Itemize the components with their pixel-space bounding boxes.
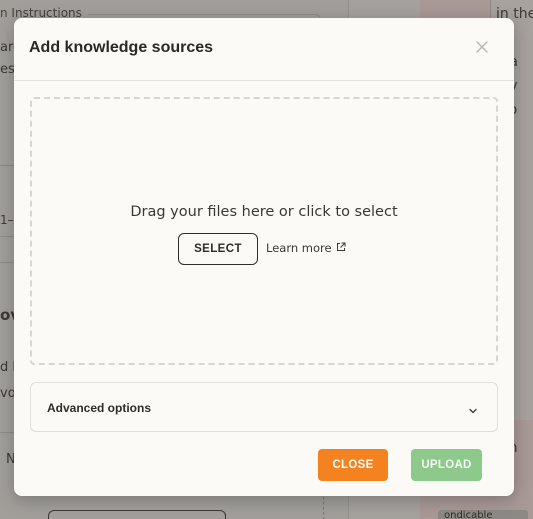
background-divider <box>0 236 14 237</box>
external-link-icon <box>336 241 346 255</box>
dialog-header: Add knowledge sources <box>14 18 514 81</box>
learn-more-label: Learn more <box>266 241 332 255</box>
background-divider <box>0 262 14 263</box>
file-dropzone[interactable]: Drag your files here or click to select … <box>30 97 498 365</box>
background-tag: ondicable <box>438 510 528 519</box>
dialog-title: Add knowledge sources <box>29 39 214 56</box>
close-button[interactable]: CLOSE <box>318 449 388 481</box>
add-knowledge-sources-dialog: Add knowledge sources Drag your files he… <box>14 18 514 496</box>
background-text: 1– <box>0 213 14 227</box>
background-button <box>48 510 226 519</box>
background-text: es <box>0 62 15 77</box>
close-icon[interactable] <box>474 39 490 55</box>
chevron-down-icon <box>467 402 479 414</box>
dropzone-prompt: Drag your files here or click to select <box>130 204 398 220</box>
upload-button[interactable]: UPLOAD <box>411 449 482 481</box>
background-divider <box>0 165 14 166</box>
background-divider <box>0 432 14 433</box>
learn-more-link[interactable]: Learn more <box>266 241 346 255</box>
advanced-options-label: Advanced options <box>47 401 152 415</box>
select-files-button[interactable]: SELECT <box>178 233 258 265</box>
advanced-options-accordion[interactable]: Advanced options <box>30 382 498 432</box>
